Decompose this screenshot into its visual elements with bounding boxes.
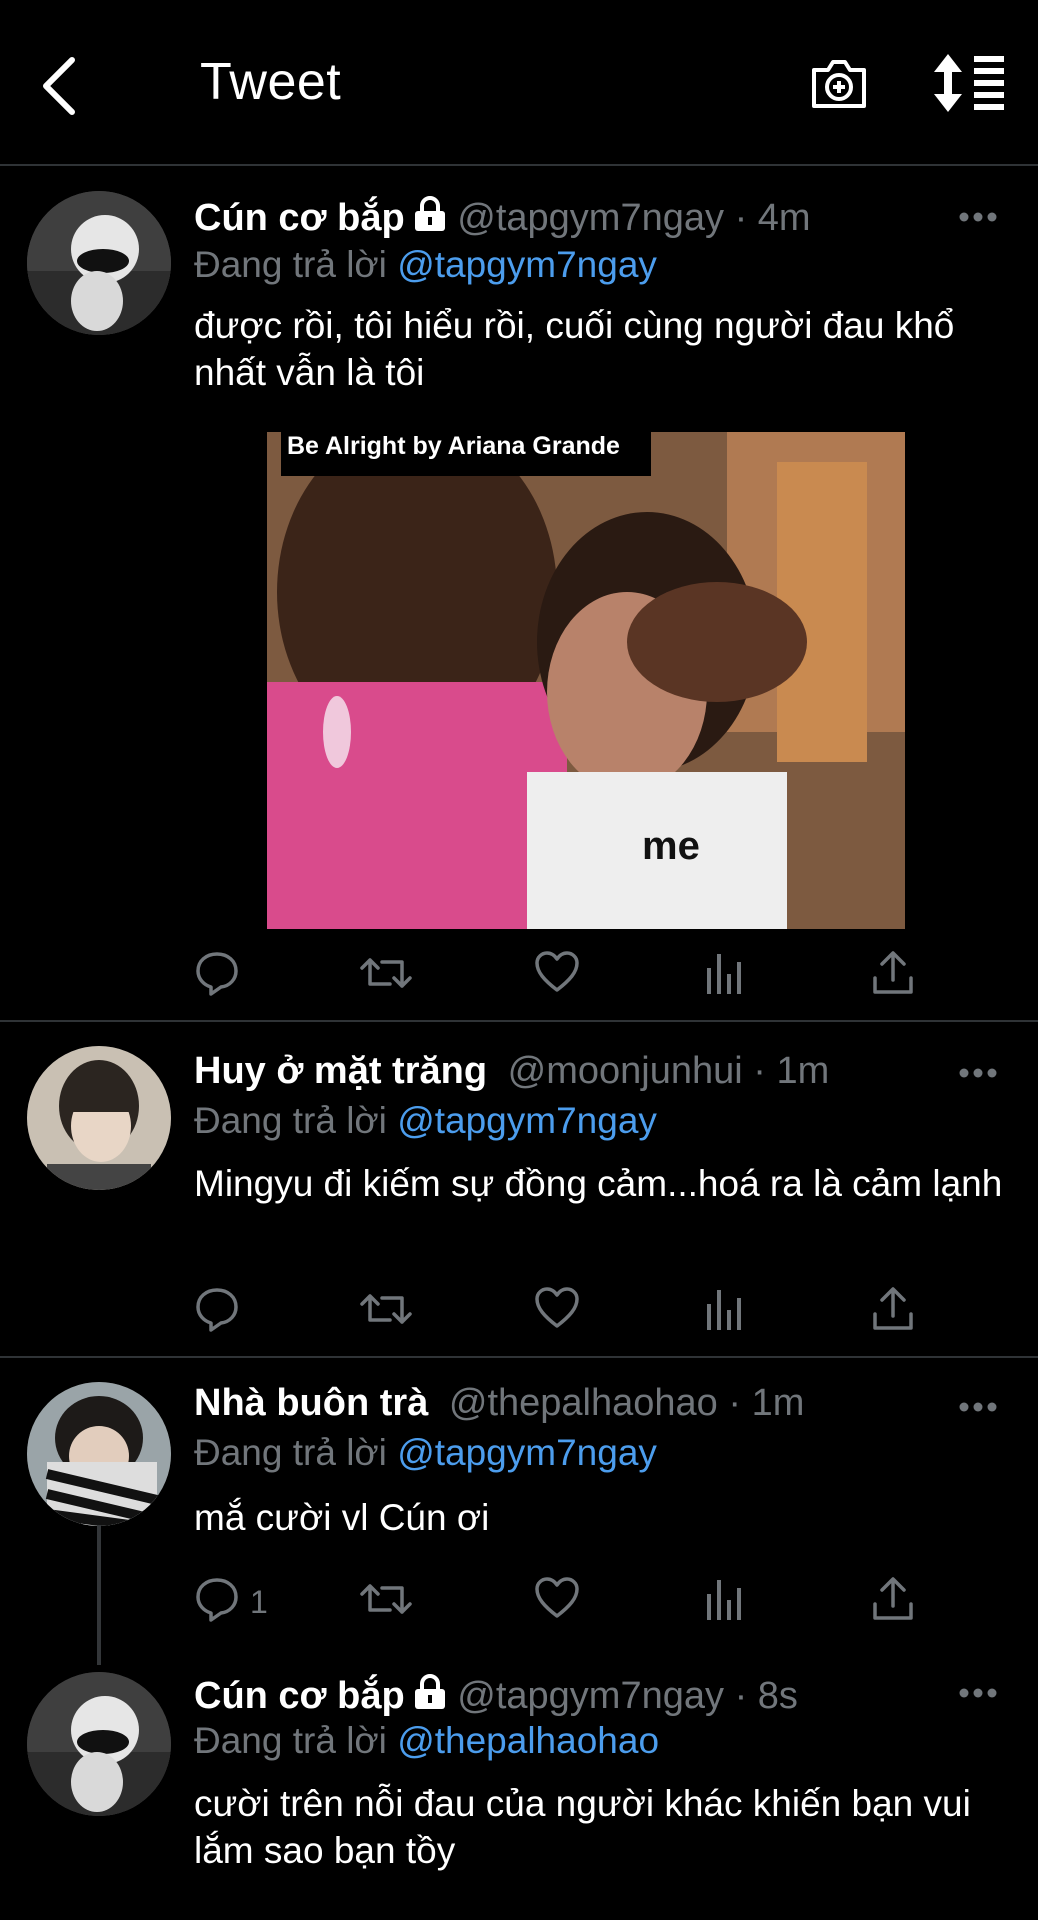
more-icon: [959, 1402, 997, 1412]
top-bar: Tweet: [0, 0, 1038, 166]
replying-to: Đang trả lời @tapgym7ngay: [194, 244, 657, 286]
tweet-text: được rồi, tôi hiểu rồi, cuối cùng người …: [194, 305, 955, 393]
reply-icon: [196, 1578, 238, 1622]
meme-label: me: [642, 824, 700, 868]
like-button[interactable]: [534, 1576, 580, 1626]
replying-to-label: Đang trả lời: [194, 1720, 387, 1761]
more-options-button[interactable]: [958, 1400, 998, 1412]
replying-to-label: Đang trả lời: [194, 244, 387, 285]
share-button[interactable]: [872, 1286, 914, 1336]
tweet[interactable]: Cún cơ bắp @tapgym7ngay · 4m Đang trả lờ…: [0, 166, 1038, 1022]
bar-chart-icon: [707, 954, 741, 994]
tweet-header: Nhà buôn trà @thepalhaohao · 1m: [194, 1382, 804, 1425]
username[interactable]: @moonjunhui: [508, 1050, 743, 1092]
share-icon: [873, 1577, 913, 1620]
retweet-icon: [360, 1294, 412, 1324]
more-options-button[interactable]: [958, 1066, 998, 1078]
username[interactable]: @tapgym7ngay: [457, 197, 724, 239]
retweet-button[interactable]: [360, 950, 412, 1000]
timestamp: · 8s: [734, 1675, 798, 1717]
retweet-icon: [360, 1584, 412, 1614]
share-button[interactable]: [872, 950, 914, 1000]
retweet-button[interactable]: [360, 1286, 412, 1336]
avatar[interactable]: [27, 1382, 171, 1526]
heart-icon: [535, 1287, 579, 1328]
heart-icon: [535, 1577, 579, 1618]
avatar[interactable]: [27, 191, 171, 335]
more-options-button[interactable]: [958, 1686, 998, 1698]
tweet[interactable]: Nhà buôn trà @thepalhaohao · 1m Đang trả…: [0, 1358, 1038, 1648]
page-title: Tweet: [200, 53, 342, 111]
display-name[interactable]: Cún cơ bắp: [194, 197, 405, 239]
reply-button[interactable]: 1: [194, 1576, 314, 1626]
like-button[interactable]: [534, 950, 580, 1000]
tweet-actions: [194, 950, 924, 1000]
meme-image: [267, 432, 905, 929]
reply-mention[interactable]: @tapgym7ngay: [397, 1100, 657, 1141]
thread-connector-line: [97, 1525, 101, 1665]
more-icon: [959, 1068, 997, 1078]
replying-to-label: Đang trả lời: [194, 1432, 387, 1473]
analytics-button[interactable]: [704, 950, 744, 1000]
tweet-text: mắ cười vl Cún ơi: [194, 1497, 490, 1538]
timestamp: · 1m: [753, 1050, 830, 1092]
reply-count: 1: [250, 1584, 268, 1620]
chevron-left-icon: [43, 57, 75, 115]
camera-plus-icon: [812, 60, 866, 108]
lock-icon: [413, 1674, 447, 1720]
tweet-media-image[interactable]: Be Alright by Ariana Grande me: [267, 432, 905, 929]
analytics-button[interactable]: [704, 1286, 744, 1336]
tweet-text: Mingyu đi kiếm sự đồng cảm...hoá ra là c…: [194, 1163, 1003, 1204]
tweet-actions: 1: [194, 1576, 924, 1626]
username[interactable]: @tapgym7ngay: [457, 1675, 724, 1717]
share-icon: [873, 1287, 913, 1330]
reply-icon: [196, 1288, 238, 1332]
timestamp: · 4m: [734, 197, 811, 239]
replying-to: Đang trả lời @tapgym7ngay: [194, 1432, 657, 1474]
tweet[interactable]: Cún cơ bắp @tapgym7ngay · 8s Đang trả lờ…: [0, 1648, 1038, 1920]
avatar[interactable]: [27, 1046, 171, 1190]
replying-to: Đang trả lời @tapgym7ngay: [194, 1100, 657, 1142]
analytics-button[interactable]: [704, 1576, 744, 1626]
tweet[interactable]: Huy ở mặt trăng @moonjunhui · 1m Đang tr…: [0, 1022, 1038, 1358]
retweet-icon: [360, 958, 412, 988]
display-name[interactable]: Nhà buôn trà: [194, 1382, 428, 1424]
share-icon: [873, 951, 913, 994]
sort-icon: [934, 54, 1004, 112]
reply-button[interactable]: [194, 950, 240, 1000]
meme-caption: Be Alright by Ariana Grande: [281, 432, 651, 476]
bar-chart-icon: [707, 1580, 741, 1620]
reply-mention[interactable]: @tapgym7ngay: [397, 244, 657, 285]
heart-icon: [535, 951, 579, 992]
replying-to: Đang trả lời @thepalhaohao: [194, 1720, 659, 1762]
sort-button[interactable]: [934, 54, 1008, 112]
retweet-button[interactable]: [360, 1576, 412, 1626]
lock-icon: [413, 196, 447, 242]
tweet-header: Cún cơ bắp @tapgym7ngay · 4m: [194, 196, 811, 242]
tweet-actions: [194, 1286, 924, 1336]
display-name[interactable]: Huy ở mặt trăng: [194, 1050, 487, 1092]
like-button[interactable]: [534, 1286, 580, 1336]
avatar[interactable]: [27, 1672, 171, 1816]
username[interactable]: @thepalhaohao: [449, 1382, 718, 1424]
more-options-button[interactable]: [958, 210, 998, 222]
more-icon: [959, 1688, 997, 1698]
reply-mention[interactable]: @thepalhaohao: [397, 1720, 659, 1761]
tweet-header: Cún cơ bắp @tapgym7ngay · 8s: [194, 1674, 798, 1720]
reply-button[interactable]: [194, 1286, 240, 1336]
bar-chart-icon: [707, 1290, 741, 1330]
tweet-header: Huy ở mặt trăng @moonjunhui · 1m: [194, 1050, 829, 1093]
reply-mention[interactable]: @tapgym7ngay: [397, 1432, 657, 1473]
tweet-text: cười trên nỗi đau của người khác khiến b…: [194, 1783, 971, 1871]
reply-icon: [196, 952, 238, 996]
display-name[interactable]: Cún cơ bắp: [194, 1675, 405, 1717]
replying-to-label: Đang trả lời: [194, 1100, 387, 1141]
share-button[interactable]: [872, 1576, 914, 1626]
more-icon: [959, 212, 997, 222]
back-button[interactable]: [38, 52, 88, 122]
timestamp: · 1m: [728, 1382, 805, 1424]
camera-button[interactable]: [808, 52, 870, 114]
